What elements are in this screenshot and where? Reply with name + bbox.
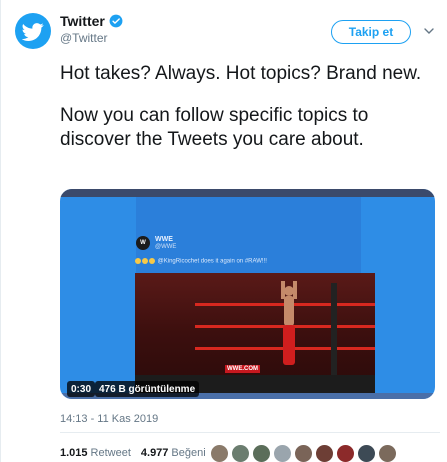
- liker-avatar[interactable]: [357, 444, 376, 462]
- author-name-row[interactable]: Twitter: [60, 13, 123, 29]
- video-frame[interactable]: WWE.COM: [135, 273, 375, 393]
- embedded-tweet-text: @KingRicochet does it again on #RAW!!!: [135, 258, 267, 265]
- video-duration-badge: 0:30: [67, 381, 96, 397]
- liker-avatar[interactable]: [315, 444, 334, 462]
- divider: [60, 432, 440, 433]
- tweet-stats: 1.015 Retweet 4.977 Beğeni: [60, 447, 212, 459]
- liker-avatar[interactable]: [336, 444, 355, 462]
- tweet-paragraph: Now you can follow specific topics to di…: [60, 105, 369, 150]
- retweets-stat[interactable]: 1.015 Retweet: [60, 447, 131, 459]
- liker-avatar[interactable]: [231, 444, 250, 462]
- likes-label: Beğeni: [171, 447, 206, 459]
- liker-avatar[interactable]: [273, 444, 292, 462]
- wwe-avatar: W: [136, 236, 150, 250]
- author-handle[interactable]: @Twitter: [60, 31, 108, 45]
- broadcast-bug: WWE.COM: [225, 365, 260, 373]
- tweet-text: Hot takes? Always. Hot topics? Brand new…: [60, 62, 440, 152]
- embedded-tweet-body: @KingRicochet does it again on #RAW!!!: [157, 258, 267, 265]
- author-avatar[interactable]: [15, 13, 51, 49]
- likes-count: 4.977: [140, 447, 169, 459]
- liker-avatars: [210, 444, 397, 462]
- tweet-paragraph: Hot takes? Always. Hot topics? Brand new…: [60, 63, 422, 84]
- liker-avatar[interactable]: [252, 444, 271, 462]
- emoji-icon: [142, 258, 148, 264]
- media-top-strip: [60, 189, 435, 197]
- liker-avatar[interactable]: [378, 444, 397, 462]
- video-views-badge: 476 B görüntülenme: [95, 381, 200, 397]
- retweets-count: 1.015: [60, 447, 88, 459]
- likes-stat[interactable]: 4.977 Beğeni: [141, 447, 206, 459]
- chevron-down-icon[interactable]: [424, 26, 434, 36]
- liker-avatar[interactable]: [210, 444, 229, 462]
- wrestler-figure: [281, 281, 297, 365]
- liker-avatar[interactable]: [294, 444, 313, 462]
- tweet-card: Twitter @Twitter Takip et Hot takes? Alw…: [0, 0, 447, 462]
- verified-badge-icon: [109, 14, 123, 28]
- follow-button[interactable]: Takip et: [331, 20, 411, 44]
- embedded-account-name: WWE: [155, 236, 173, 243]
- tweet-timestamp[interactable]: 14:13 - 11 Kas 2019: [60, 413, 158, 425]
- twitter-bird-icon: [22, 23, 44, 41]
- ring-post: [331, 283, 337, 383]
- embedded-account-handle: @WWE: [155, 244, 177, 250]
- emoji-icon: [135, 258, 141, 264]
- retweets-label: Retweet: [90, 447, 131, 459]
- emoji-icon: [149, 258, 155, 264]
- author-display-name[interactable]: Twitter: [60, 13, 105, 29]
